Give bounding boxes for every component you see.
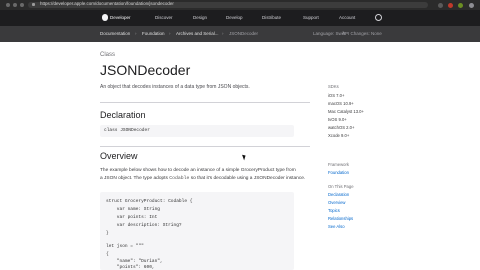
forward-icon[interactable]: [13, 3, 17, 7]
declaration-heading: Declaration: [100, 110, 146, 120]
code-line: var description: String?: [106, 223, 182, 228]
toc-link-topics[interactable]: Topics: [328, 208, 340, 213]
extension-icon-2[interactable]: [458, 2, 463, 8]
nav-item-support[interactable]: Support: [303, 15, 319, 20]
bookmark-icon[interactable]: [438, 2, 443, 8]
divider: [100, 146, 310, 147]
search-icon[interactable]: [375, 14, 382, 21]
toc-link-declaration[interactable]: Declaration: [328, 192, 349, 197]
code-line: }: [106, 231, 109, 236]
breadcrumb-archives[interactable]: Archives and Serial...: [176, 31, 219, 36]
overview-text-line2: a JSON object. The type adopts Codable s…: [100, 176, 305, 181]
extension-icon[interactable]: [448, 2, 453, 8]
sdks-label: SDKs: [328, 84, 339, 89]
codable-link[interactable]: Codable: [169, 176, 189, 181]
breadcrumb-current: JSONDecoder: [229, 31, 259, 36]
nav-brand[interactable]: Developer: [110, 15, 131, 20]
breadcrumb-separator-icon: ›: [169, 31, 171, 36]
framework-label: Framework: [328, 162, 349, 167]
abstract: An object that decodes instances of a da…: [100, 84, 250, 90]
code-line: "name": "Durian",: [106, 259, 163, 264]
code-line: struct GroceryProduct: Codable {: [106, 199, 193, 204]
page-title: JSONDecoder: [100, 62, 191, 78]
overview-text-line1: The example below shows how to decode an…: [100, 168, 296, 173]
on-this-page-label: On This Page: [328, 184, 354, 189]
nav-item-develop[interactable]: Develop: [226, 15, 243, 20]
api-changes-selector[interactable]: API Changes: None: [342, 31, 382, 36]
nav-item-account[interactable]: Account: [339, 15, 355, 20]
nav-item-discover[interactable]: Discover: [155, 15, 173, 20]
language-selector[interactable]: Language: Swift: [313, 31, 345, 36]
sdk-item: watchOS 2.0+: [328, 125, 355, 130]
breadcrumb-separator-icon: ›: [222, 31, 224, 36]
breadcrumb-documentation[interactable]: Documentation: [100, 31, 130, 36]
code-line: var name: String: [106, 207, 161, 212]
code-line: {: [106, 252, 109, 257]
nav-item-distribute[interactable]: Distribute: [262, 15, 281, 20]
toc-link-relationships[interactable]: Relationships: [328, 216, 353, 221]
sdk-item: macOS 10.9+: [328, 101, 354, 106]
breadcrumb-foundation[interactable]: Foundation: [142, 31, 165, 36]
toc-link-see-also[interactable]: See Also: [328, 224, 345, 229]
sdk-item: tvOS 9.0+: [328, 117, 347, 122]
lock-icon: [32, 3, 35, 6]
nav-item-design[interactable]: Design: [193, 15, 207, 20]
declaration-code: class JSONDecoder: [104, 128, 150, 133]
back-icon[interactable]: [6, 3, 10, 7]
code-line: var points: Int: [106, 215, 158, 220]
overview-heading: Overview: [100, 151, 138, 161]
code-line: let json = """: [106, 244, 144, 249]
overview-text-post: so that it's decodable using a JSONDecod…: [189, 176, 306, 181]
reload-icon[interactable]: [20, 3, 24, 7]
sdk-item: iOS 7.0+: [328, 93, 345, 98]
apple-logo-icon[interactable]: [102, 14, 108, 21]
url-text[interactable]: https://developer.apple.com/documentatio…: [40, 1, 174, 6]
sdk-item: Mac Catalyst 13.0+: [328, 109, 364, 114]
sdk-item: Xcode 9.0+: [328, 133, 350, 138]
toc-link-overview[interactable]: Overview: [328, 200, 345, 205]
breadcrumb-separator-icon: ›: [135, 31, 137, 36]
framework-link[interactable]: Foundation: [328, 170, 349, 175]
overview-text-pre: a JSON object. The type adopts: [100, 176, 170, 181]
code-line: "points": 600,: [106, 265, 155, 270]
symbol-kind: Class: [100, 52, 116, 58]
divider: [100, 102, 310, 103]
avatar[interactable]: [469, 2, 474, 8]
